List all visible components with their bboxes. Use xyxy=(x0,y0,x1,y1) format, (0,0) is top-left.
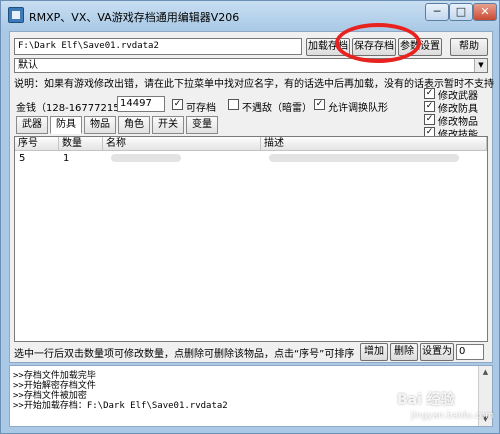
formation-swap-label: 允许调换队形 xyxy=(328,103,388,114)
window-title: RMXP、VX、VA游戏存档通用编辑器V206 xyxy=(29,11,240,24)
redacted-description-cell xyxy=(269,154,459,162)
modify-weapons-checkbox[interactable]: ✓ xyxy=(424,88,435,99)
game-preset-select[interactable]: 默认 ▼ xyxy=(14,58,488,73)
money-input[interactable]: 14497 xyxy=(117,96,165,112)
editor-window: RMXP、VX、VA游戏存档通用编辑器V206 ─ □ ✕ F:\Dark El… xyxy=(0,0,500,434)
armor-table[interactable]: 序号 数量 名称 描述 5 1 xyxy=(14,136,488,342)
set-to-button[interactable]: 设置为 xyxy=(420,343,454,361)
scroll-up-icon[interactable]: ▲ xyxy=(479,366,492,379)
tab-armor[interactable]: 防具 xyxy=(50,116,82,134)
no-encounter-checkbox[interactable] xyxy=(228,99,239,110)
row-quantity-cell[interactable]: 1 xyxy=(63,153,69,164)
column-header-description[interactable]: 描述 xyxy=(261,137,487,151)
save-enabled-label: 可存档 xyxy=(186,103,216,114)
add-button[interactable]: 增加 xyxy=(360,343,388,361)
tab-weapons[interactable]: 武器 xyxy=(16,116,48,134)
log-line: >>开始加载存档：F:\Dark Elf\Save01.rvdata2 xyxy=(13,401,228,411)
row-index-cell[interactable]: 5 xyxy=(19,153,25,164)
preset-value: 默认 xyxy=(18,60,38,71)
save-path-field[interactable]: F:\Dark Elf\Save01.rvdata2 xyxy=(14,38,302,55)
check-mark-icon: ✓ xyxy=(425,88,434,98)
tab-items[interactable]: 物品 xyxy=(84,116,116,134)
check-mark-icon: ✓ xyxy=(173,99,182,109)
check-mark-icon: ✓ xyxy=(425,114,434,124)
maximize-button[interactable]: □ xyxy=(449,3,473,21)
column-header-name[interactable]: 名称 xyxy=(103,137,261,151)
main-panel: F:\Dark Elf\Save01.rvdata2 加载存档 保存存档 参数设… xyxy=(9,31,494,363)
tab-switches[interactable]: 开关 xyxy=(152,116,184,134)
set-value-input[interactable]: 0 xyxy=(456,344,484,360)
check-mark-icon: ✓ xyxy=(425,101,434,111)
watermark-logo: Bai 经验 xyxy=(397,392,455,408)
column-header-quantity[interactable]: 数量 xyxy=(59,137,103,151)
column-header-index[interactable]: 序号 xyxy=(15,137,59,151)
modify-armor-checkbox[interactable]: ✓ xyxy=(424,101,435,112)
modify-items-checkbox[interactable]: ✓ xyxy=(424,114,435,125)
help-button[interactable]: 帮助 xyxy=(450,38,488,56)
redacted-name-cell xyxy=(111,154,181,162)
no-encounter-label: 不遇敌（暗雷） xyxy=(242,103,312,114)
watermark-url: jingyan.baidu.com xyxy=(411,411,495,421)
formation-swap-checkbox[interactable]: ✓ xyxy=(314,99,325,110)
close-button[interactable]: ✕ xyxy=(473,3,497,21)
minimize-button[interactable]: ─ xyxy=(425,3,449,21)
app-icon xyxy=(8,7,24,23)
tab-variables[interactable]: 变量 xyxy=(186,116,218,134)
chevron-down-icon[interactable]: ▼ xyxy=(474,59,487,72)
table-hint: 选中一行后双击数量项可修改数量，点删除可删除该物品，点击“序号”可排序 xyxy=(14,349,355,360)
instruction-note: 说明：如果有游戏修改出错，请在此下拉菜单中找对应名字，有的话选中后再加载，没有的… xyxy=(14,79,494,90)
annotation-circle xyxy=(335,23,421,63)
check-mark-icon: ✓ xyxy=(315,99,324,109)
tab-characters[interactable]: 角色 xyxy=(118,116,150,134)
title-bar[interactable]: RMXP、VX、VA游戏存档通用编辑器V206 ─ □ ✕ xyxy=(1,1,499,31)
money-label: 金钱（128-16777215） xyxy=(16,103,130,114)
save-enabled-checkbox[interactable]: ✓ xyxy=(172,99,183,110)
delete-button[interactable]: 删除 xyxy=(390,343,418,361)
